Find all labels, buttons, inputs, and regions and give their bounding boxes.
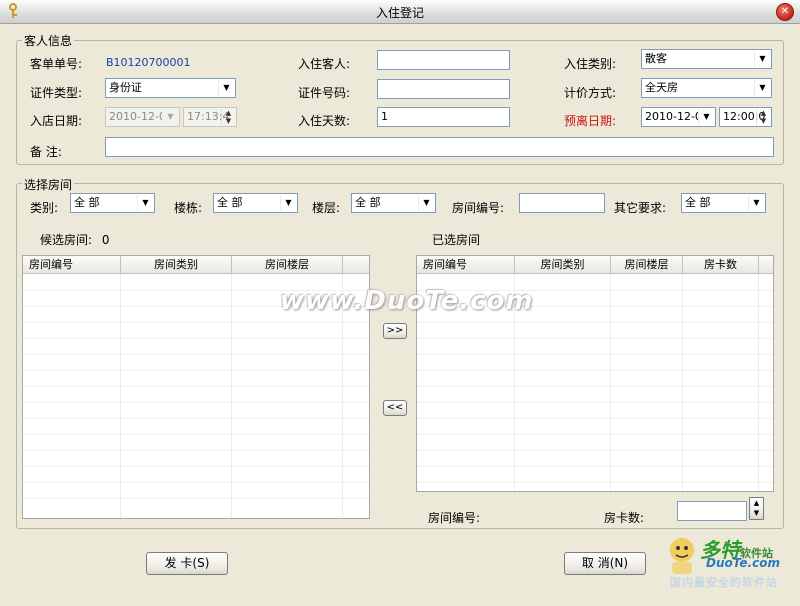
cancel-button[interactable]: 取 消(N) bbox=[564, 552, 646, 575]
order-no-value: B10120700001 bbox=[106, 56, 191, 69]
column-header[interactable]: 房间编号 bbox=[417, 256, 515, 274]
spinner-icon: ▲ ▼ bbox=[221, 109, 235, 125]
pricing-value: 全天房 bbox=[645, 81, 678, 94]
card-count-input[interactable] bbox=[677, 501, 747, 521]
stay-type-label: 入住类别: bbox=[564, 57, 617, 71]
candidate-rooms-text: 候选房间: bbox=[40, 233, 93, 247]
remark-label: 备 注: bbox=[30, 145, 62, 159]
candidate-rooms-label: 候选房间: 0 bbox=[40, 231, 110, 248]
issue-card-button[interactable]: 发 卡(S) bbox=[146, 552, 228, 575]
id-type-select[interactable]: 身份证 ▼ bbox=[105, 78, 236, 98]
category-value: 全 部 bbox=[74, 196, 100, 209]
id-type-value: 身份证 bbox=[109, 81, 142, 94]
building-value: 全 部 bbox=[217, 196, 243, 209]
checkout-date-picker[interactable]: 2010-12-08 ▼ bbox=[641, 107, 716, 127]
guest-name-label: 入住客人: bbox=[298, 57, 351, 71]
checkin-time-picker: 17:13:4 ▲ ▼ bbox=[183, 107, 237, 127]
floor-select[interactable]: 全 部 ▼ bbox=[351, 193, 436, 213]
pricing-select[interactable]: 全天房 ▼ bbox=[641, 78, 772, 98]
column-header[interactable]: 房间楼层 bbox=[232, 256, 343, 274]
chevron-down-icon[interactable]: ▼ bbox=[748, 195, 764, 211]
remark-input[interactable] bbox=[105, 137, 774, 157]
checkin-date-label: 入店日期: bbox=[30, 114, 83, 128]
close-icon: ✕ bbox=[780, 6, 790, 17]
spinner-down-icon[interactable]: ▼ bbox=[754, 509, 759, 517]
checkout-time-picker[interactable]: 12:00:0 ▲ ▼ bbox=[719, 107, 772, 127]
other-req-label: 其它要求: bbox=[614, 201, 667, 215]
checkout-date-label: 预离日期: bbox=[564, 114, 617, 128]
move-left-button[interactable]: << bbox=[383, 400, 407, 416]
stay-type-select[interactable]: 散客 ▼ bbox=[641, 49, 772, 69]
order-no-label: 客单单号: bbox=[30, 57, 83, 71]
column-header[interactable]: 房卡数 bbox=[683, 256, 759, 274]
card-count-spinner[interactable]: ▲ ▼ bbox=[749, 497, 764, 520]
guest-info-label: 客人信息 bbox=[22, 32, 75, 49]
room-no-filter-input[interactable] bbox=[519, 193, 605, 213]
column-header[interactable]: 房间编号 bbox=[23, 256, 121, 274]
building-label: 楼栋: bbox=[174, 201, 203, 215]
logo-slogan: 国内最安全的软件站 bbox=[670, 576, 778, 589]
window-title: 入住登记 bbox=[375, 6, 424, 20]
floor-label: 楼层: bbox=[312, 201, 341, 215]
category-label: 类别: bbox=[30, 201, 59, 215]
other-req-value: 全 部 bbox=[685, 196, 711, 209]
chevron-down-icon[interactable]: ▼ bbox=[698, 109, 714, 125]
column-header[interactable]: 房间类别 bbox=[515, 256, 611, 274]
chevron-down-icon[interactable]: ▼ bbox=[418, 195, 434, 211]
chevron-down-icon[interactable]: ▼ bbox=[754, 80, 770, 96]
stay-type-value: 散客 bbox=[645, 52, 667, 65]
room-select-label: 选择房间 bbox=[22, 176, 75, 193]
column-header[interactable]: 房间类别 bbox=[121, 256, 232, 274]
category-select[interactable]: 全 部 ▼ bbox=[70, 193, 155, 213]
selected-rooms-label: 已选房间 bbox=[432, 233, 481, 247]
pricing-label: 计价方式: bbox=[564, 86, 617, 100]
id-no-input[interactable] bbox=[377, 79, 510, 99]
guest-name-input[interactable] bbox=[377, 50, 510, 70]
column-header[interactable]: 房间楼层 bbox=[611, 256, 683, 274]
floor-value: 全 部 bbox=[355, 196, 381, 209]
chevron-down-icon[interactable]: ▼ bbox=[137, 195, 153, 211]
spinner-icon[interactable]: ▲ ▼ bbox=[756, 109, 770, 125]
close-button[interactable]: ✕ bbox=[776, 3, 794, 21]
room-no-filter-label: 房间编号: bbox=[452, 201, 505, 215]
chevron-down-icon[interactable]: ▼ bbox=[218, 80, 234, 96]
id-type-label: 证件类型: bbox=[30, 86, 83, 100]
building-select[interactable]: 全 部 ▼ bbox=[213, 193, 298, 213]
days-label: 入住天数: bbox=[298, 114, 351, 128]
card-count-label: 房卡数: bbox=[604, 511, 645, 525]
selected-table-header: 房间编号 房间类别 房间楼层 房卡数 bbox=[417, 256, 773, 274]
checkin-date-picker: 2010-12-07 ▼ bbox=[105, 107, 180, 127]
title-bar: 入住登记 ✕ bbox=[0, 0, 800, 24]
chevron-down-icon[interactable]: ▼ bbox=[754, 51, 770, 67]
candidate-rooms-count: 0 bbox=[101, 233, 110, 247]
candidate-table-header: 房间编号 房间类别 房间楼层 bbox=[23, 256, 369, 274]
bottom-room-no-label: 房间编号: bbox=[428, 511, 481, 525]
other-req-select[interactable]: 全 部 ▼ bbox=[681, 193, 766, 213]
watermark-text: www.DuoTe.com bbox=[280, 286, 534, 316]
chevron-down-icon[interactable]: ▼ bbox=[280, 195, 296, 211]
days-input[interactable]: 1 bbox=[377, 107, 510, 127]
id-no-label: 证件号码: bbox=[298, 86, 351, 100]
spinner-up-icon[interactable]: ▲ bbox=[754, 499, 759, 507]
move-right-button[interactable]: >> bbox=[383, 323, 407, 339]
chevron-down-icon: ▼ bbox=[162, 109, 178, 125]
logo-domain: DuoTe.com bbox=[706, 556, 780, 570]
